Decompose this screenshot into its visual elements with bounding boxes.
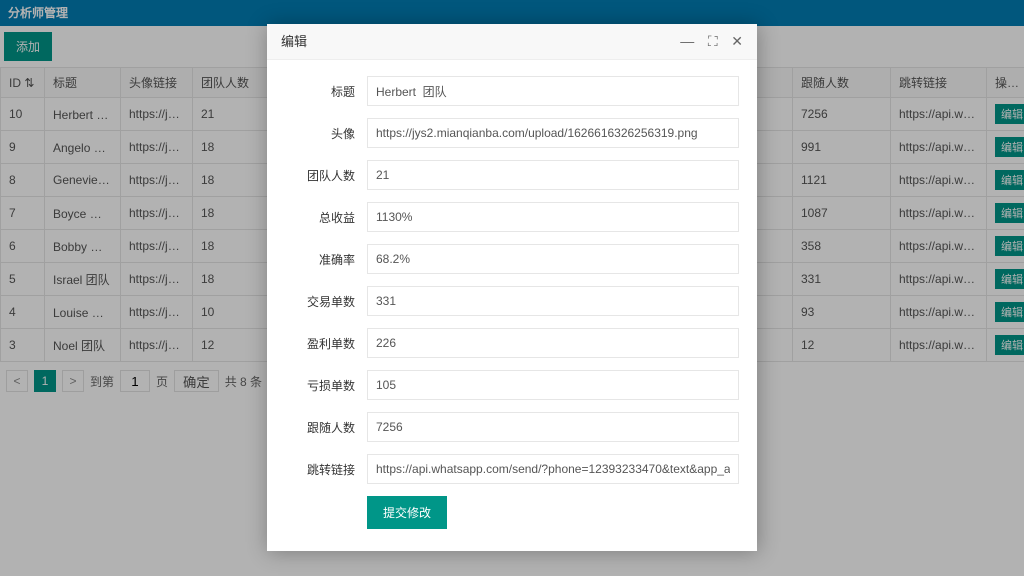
form-label: 交易单数: [285, 293, 367, 310]
form-label: 准确率: [285, 251, 367, 268]
modal-body: 标题头像团队人数总收益准确率交易单数盈利单数亏损单数跟随人数跳转链接提交修改: [267, 60, 757, 551]
form-row: 交易单数: [285, 286, 739, 316]
form-input-f7[interactable]: [367, 370, 739, 400]
form-row: 跳转链接: [285, 454, 739, 484]
form-label: 跳转链接: [285, 461, 367, 478]
form-input-f8[interactable]: [367, 412, 739, 442]
form-label: 盈利单数: [285, 335, 367, 352]
form-input-f6[interactable]: [367, 328, 739, 358]
edit-modal: 编辑 — ⛶ ✕ 标题头像团队人数总收益准确率交易单数盈利单数亏损单数跟随人数跳…: [267, 24, 757, 551]
submit-button[interactable]: 提交修改: [367, 496, 447, 529]
form-input-f5[interactable]: [367, 286, 739, 316]
form-input-f1[interactable]: [367, 118, 739, 148]
form-row: 盈利单数: [285, 328, 739, 358]
modal-title: 编辑: [281, 24, 307, 60]
form-row: 准确率: [285, 244, 739, 274]
form-row: 团队人数: [285, 160, 739, 190]
modal-header: 编辑 — ⛶ ✕: [267, 24, 757, 60]
form-row: 跟随人数: [285, 412, 739, 442]
form-label: 亏损单数: [285, 377, 367, 394]
close-icon[interactable]: ✕: [731, 33, 743, 49]
maximize-icon[interactable]: ⛶: [708, 33, 718, 49]
form-input-f9[interactable]: [367, 454, 739, 484]
form-input-f4[interactable]: [367, 244, 739, 274]
form-row: 亏损单数: [285, 370, 739, 400]
form-row: 总收益: [285, 202, 739, 232]
form-row: 标题: [285, 76, 739, 106]
form-label: 头像: [285, 125, 367, 142]
form-label: 标题: [285, 83, 367, 100]
form-label: 团队人数: [285, 167, 367, 184]
form-label: 总收益: [285, 209, 367, 226]
form-label: 跟随人数: [285, 419, 367, 436]
form-row: 头像: [285, 118, 739, 148]
minimize-icon[interactable]: —: [680, 33, 694, 49]
form-input-f3[interactable]: [367, 202, 739, 232]
form-input-f0[interactable]: [367, 76, 739, 106]
form-input-f2[interactable]: [367, 160, 739, 190]
